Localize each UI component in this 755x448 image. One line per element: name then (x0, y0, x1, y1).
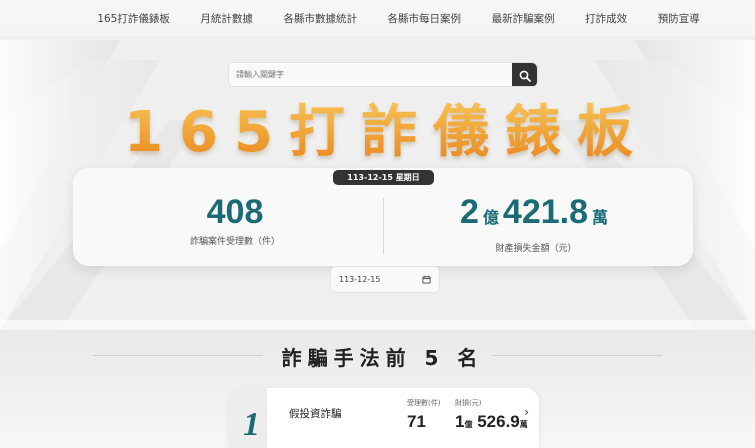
nav-item-county-daily-cases[interactable]: 各縣市每日案例 (388, 11, 462, 26)
cases-column-value: 71 (407, 412, 426, 431)
cases-stat: 408 詐騙案件受理數（件） (140, 192, 330, 247)
rank-number: 1 (243, 406, 260, 443)
loss-unit-yi: 億 (482, 210, 499, 227)
loss-column-unit-wan: 萬 (519, 420, 528, 429)
cases-count: 408 (206, 193, 264, 231)
nav-item-monthly-stats[interactable]: 月統計數據 (200, 11, 253, 26)
nav-item-county-stats[interactable]: 各縣市數據統計 (283, 11, 357, 26)
top-nav: 165打詐儀錶板 月統計數據 各縣市數據統計 各縣市每日案例 最新詐騙案例 打詐… (0, 0, 755, 36)
loss-unit-wan: 萬 (592, 210, 609, 227)
loss-label: 財產損失金額（元） (495, 244, 577, 254)
cases-column-label: 受理數(件) (407, 399, 441, 407)
scam-type-name: 假投資詐騙 (289, 408, 342, 420)
loss-amount-wan: 421.8 (502, 193, 588, 231)
stats-divider (383, 198, 384, 254)
nav-item-prevention[interactable]: 預防宣導 (658, 11, 700, 26)
loss-column-value: 1億 526.9萬 (455, 412, 528, 432)
search-icon (519, 70, 531, 82)
search-input[interactable] (229, 63, 512, 86)
date-picker[interactable]: 113-12-15 (330, 266, 440, 293)
loss-column: 財損(元) 1億 526.9萬 (455, 398, 528, 432)
page-title: 165打詐儀錶板 (0, 100, 755, 166)
date-picker-value: 113-12-15 (339, 275, 381, 284)
section-title: 詐騙手法前 5 名 (281, 346, 484, 370)
cases-label: 詐騙案件受理數（件） (189, 237, 280, 247)
loss-column-wan: 526.9 (477, 412, 520, 431)
calendar-icon (422, 275, 431, 284)
loss-column-unit-yi: 億 (464, 420, 473, 429)
loss-stat: 2 億 421.8 萬 財產損失金額（元） (436, 192, 636, 254)
nav-item-results[interactable]: 打詐成效 (585, 11, 627, 26)
search-button[interactable] (512, 63, 537, 86)
loss-amount: 2 億 421.8 萬 (436, 192, 636, 239)
nav-item-latest-cases[interactable]: 最新詐騙案例 (492, 11, 555, 26)
loss-column-label: 財損(元) (455, 399, 482, 407)
nav-item-dashboard[interactable]: 165打詐儀錶板 (97, 11, 170, 26)
ranking-item[interactable]: 1 假投資詐騙 受理數(件) 71 財損(元) 1億 526.9萬 › (229, 388, 539, 448)
search-bar (228, 62, 538, 87)
loss-amount-yi: 2 (459, 193, 479, 231)
date-badge: 113-12-15 星期日 (333, 170, 434, 185)
cases-column: 受理數(件) 71 (407, 398, 440, 432)
chevron-right-icon[interactable]: › (524, 405, 529, 419)
